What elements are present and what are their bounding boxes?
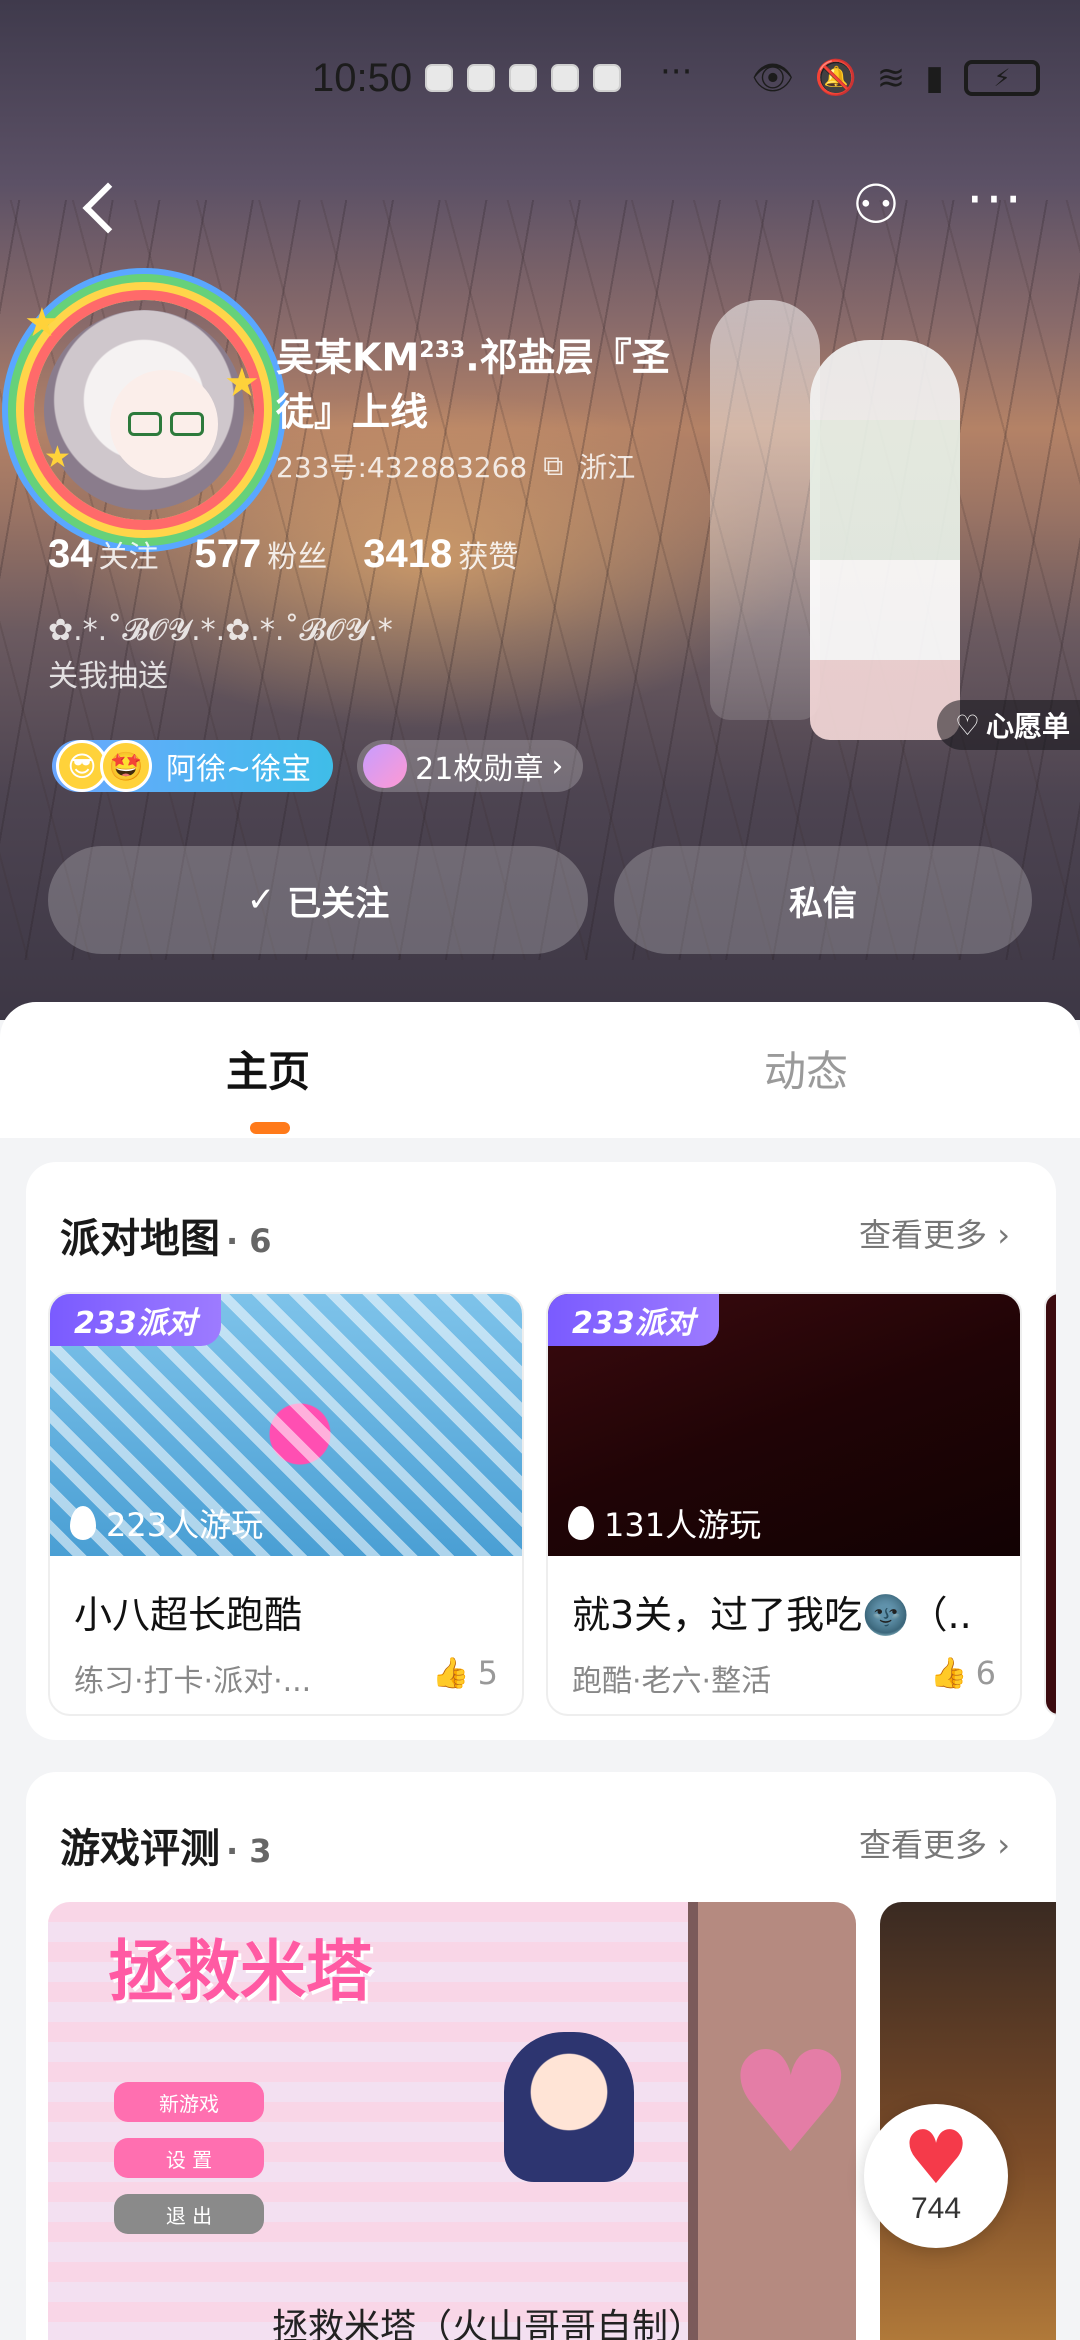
profile-stats: 34 关注 577 粉丝 3418 获赞 — [48, 532, 518, 577]
system-icons: 👁 🔕 ≋ ▮ ⚡ — [751, 58, 1040, 98]
section-title: 派对地图 · 6 — [60, 1216, 272, 1262]
close-friend-label: 阿徐~徐宝 — [166, 752, 312, 787]
view-more-link[interactable]: 查看更多 › — [859, 1820, 1010, 1866]
tab-feed[interactable]: 动态 — [764, 1038, 848, 1099]
app-notification-icon — [425, 64, 453, 92]
bio-line: 关我抽送 — [48, 659, 168, 694]
sim-icon: ▮ — [925, 58, 944, 98]
party-map-card[interactable]: 233派对 131人游玩 就3关，过了我吃🌚（.. 跑酷·老六·整活 👍 6 — [546, 1292, 1022, 1716]
app-notification-icon — [509, 64, 537, 92]
star-eyes-emoji-icon: 🤩 — [100, 740, 152, 792]
status-bar: 10:50 ··· 👁 🔕 ≋ ▮ ⚡ — [0, 52, 1080, 112]
chevron-right-icon: › — [997, 1826, 1010, 1864]
battery-icon: ⚡ — [964, 60, 1040, 96]
wifi-icon: ≋ — [876, 58, 906, 98]
stat-likes[interactable]: 3418 获赞 — [363, 532, 518, 577]
medals-chip[interactable]: 21枚勋章 › — [357, 740, 584, 792]
game-review-section: 游戏评测 · 3 查看更多 › 拯救米塔 新游戏 设 置 退 出 ♥ — [26, 1772, 1056, 2340]
heart-decoration-icon: ♥ — [728, 2022, 854, 2185]
map-name: 就3关，过了我吃🌚（.. — [572, 1593, 972, 1637]
stat-following[interactable]: 34 关注 — [48, 532, 159, 577]
thumbs-up-icon: 👍 — [930, 1655, 968, 1691]
view-more-link[interactable]: 查看更多 › — [859, 1210, 1010, 1256]
message-label: 私信 — [789, 883, 857, 924]
map-tags: 练习·打卡·派对·... — [74, 1664, 312, 1699]
figure-shadow — [710, 300, 820, 720]
flame-icon — [70, 1506, 96, 1540]
game-logo: 拯救米塔 — [108, 1933, 372, 2010]
wishlist-label: 心愿单 — [985, 710, 1070, 743]
app-notification-icon — [593, 64, 621, 92]
app-notification-icon — [551, 64, 579, 92]
like-button[interactable]: ♥ 744 — [864, 2104, 1008, 2248]
badge-row: 😎 🤩 阿徐~徐宝 21枚勋章 › — [52, 740, 584, 792]
player-count: 131人游玩 — [568, 1500, 761, 1546]
close-friend-chip[interactable]: 😎 🤩 阿徐~徐宝 — [52, 740, 334, 792]
eye-icon: 👁 — [751, 58, 795, 98]
review-card-title: 拯救米塔（火山哥哥自制） — [272, 2307, 705, 2340]
flame-icon — [568, 1506, 594, 1540]
profile-tabs: 主页 动态 — [0, 1002, 1080, 1138]
party-map-section: 派对地图 · 6 查看更多 › 233派对 223人游玩 小八超长跑酷 练习·打卡… — [26, 1162, 1056, 1740]
party-tag: 233派对 — [548, 1294, 719, 1346]
like-count: 744 — [910, 2192, 962, 2225]
medals-label: 21枚勋章 — [415, 752, 544, 787]
star-icon: ★ — [224, 360, 260, 406]
top-nav: ⚇ ··· — [0, 170, 1080, 250]
map-name: 小八超长跑酷 — [74, 1593, 303, 1637]
game-menu-item: 新游戏 — [114, 2082, 264, 2122]
followed-label: 已关注 — [287, 883, 390, 924]
party-tag: 233派对 — [50, 1294, 221, 1346]
star-icon: ★ — [44, 440, 71, 475]
back-button[interactable] — [72, 176, 132, 236]
profile-header-background: 10:50 ··· 👁 🔕 ≋ ▮ ⚡ ⚇ ··· ★ ★ ★ 吴某KM233.… — [0, 0, 1080, 1020]
section-title: 游戏评测 · 3 — [60, 1826, 272, 1872]
avatar-image — [34, 300, 254, 520]
tab-indicator — [250, 1122, 290, 1134]
map-likes[interactable]: 👍 6 — [930, 1654, 996, 1692]
check-icon: ✓ — [246, 880, 276, 920]
followed-button[interactable]: ✓ 已关注 — [48, 846, 588, 954]
more-options-icon[interactable]: ··· — [960, 170, 1030, 240]
location: 浙江 — [579, 451, 636, 484]
player-count: 223人游玩 — [70, 1500, 263, 1546]
party-map-card[interactable]: 233派对 223人游玩 小八超长跑酷 练习·打卡·派对·... 👍 5 — [48, 1292, 524, 1716]
copy-icon[interactable]: ⧉ — [543, 449, 563, 483]
profile-meta: 233号:432883268 ⧉ 浙江 — [276, 446, 635, 486]
app-notification-icon — [467, 64, 495, 92]
game-menu-item: 退 出 — [114, 2194, 264, 2234]
profile-name: 吴某KM233.祁盐层『圣徒』上线 — [276, 335, 670, 434]
profile-bio: ✿.*.˚𝓑𝓞𝓨.*.✿.*.˚𝓑𝓞𝓨.* 关我抽送 — [48, 608, 518, 700]
mute-icon: 🔕 — [814, 58, 857, 98]
more-notifications-icon: ··· — [660, 52, 693, 92]
notification-icons — [425, 64, 621, 92]
party-map-card-partial[interactable] — [1044, 1292, 1056, 1716]
avatar-face — [110, 370, 218, 478]
map-likes[interactable]: 👍 5 — [432, 1654, 498, 1692]
thumbs-up-icon: 👍 — [432, 1655, 470, 1691]
game-menu-item: 设 置 — [114, 2138, 264, 2178]
star-icon: ★ — [24, 300, 60, 346]
stat-fans[interactable]: 577 粉丝 — [195, 532, 328, 577]
heart-outline-icon: ♡ — [954, 708, 980, 742]
chevron-right-icon: › — [551, 748, 564, 784]
game-character — [504, 2032, 634, 2182]
avatar[interactable]: ★ ★ ★ — [24, 290, 264, 530]
tab-home[interactable]: 主页 — [226, 1038, 310, 1099]
action-row: ✓ 已关注 私信 — [48, 846, 1032, 954]
user-id: 233号:432883268 — [276, 451, 528, 484]
map-tags: 跑酷·老六·整活 — [572, 1664, 772, 1699]
wishlist-chip[interactable]: ♡ 心愿单 — [936, 700, 1080, 750]
figure-body — [810, 340, 960, 740]
avatar-3d-figure — [690, 300, 990, 740]
message-button[interactable]: 私信 — [614, 846, 1032, 954]
medal-icon — [363, 744, 408, 788]
game-review-card[interactable]: 拯救米塔 新游戏 设 置 退 出 ♥ — [48, 1902, 856, 2340]
status-time: 10:50 — [312, 56, 413, 100]
chevron-right-icon: › — [997, 1216, 1010, 1254]
bio-line: ✿.*.˚𝓑𝓞𝓨.*.✿.*.˚𝓑𝓞𝓨.* — [48, 613, 393, 648]
add-friend-icon[interactable]: ⚇ — [844, 170, 908, 240]
